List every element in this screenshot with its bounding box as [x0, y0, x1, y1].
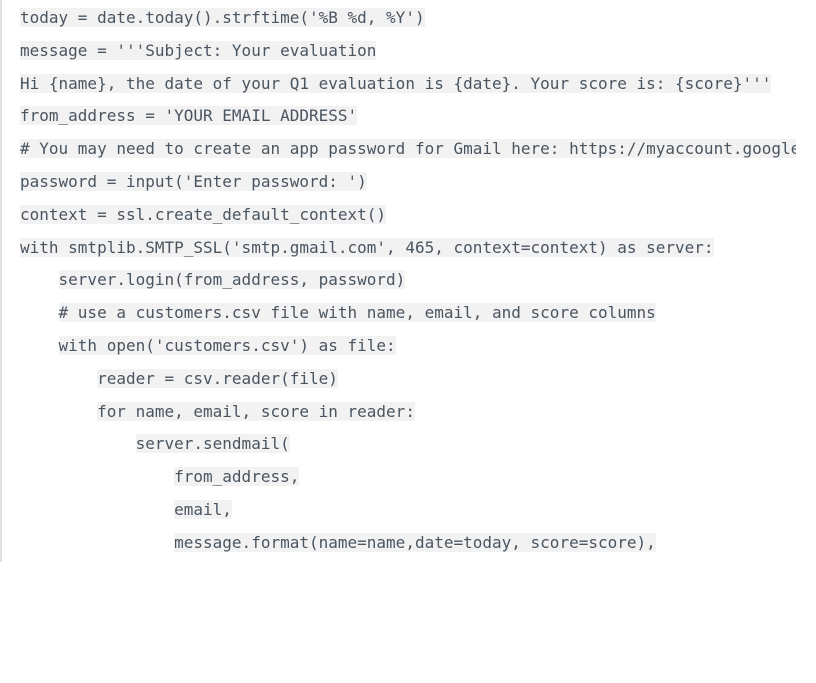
code-line: password = input('Enter password: ') [20, 166, 796, 199]
code-line: Hi {name}, the date of your Q1 evaluatio… [20, 68, 796, 101]
code-line: context = ssl.create_default_context() [20, 199, 796, 232]
code-line: server.sendmail( [20, 428, 796, 461]
code-block: today = date.today().strftime('%B %d, %Y… [0, 0, 796, 562]
code-line: message = '''Subject: Your evaluation [20, 35, 796, 68]
code-line: reader = csv.reader(file) [20, 363, 796, 396]
code-line: from_address = 'YOUR EMAIL ADDRESS' [20, 100, 796, 133]
code-line: # use a customers.csv file with name, em… [20, 297, 796, 330]
code-line: # You may need to create an app password… [20, 133, 796, 166]
code-line: from_address, [20, 461, 796, 494]
code-line: with smtplib.SMTP_SSL('smtp.gmail.com', … [20, 232, 796, 265]
code-line: server.login(from_address, password) [20, 264, 796, 297]
code-line: for name, email, score in reader: [20, 396, 796, 429]
code-line: email, [20, 494, 796, 527]
code-line: with open('customers.csv') as file: [20, 330, 796, 363]
code-line: message.format(name=name,date=today, sco… [20, 527, 796, 560]
code-line: today = date.today().strftime('%B %d, %Y… [20, 2, 796, 35]
